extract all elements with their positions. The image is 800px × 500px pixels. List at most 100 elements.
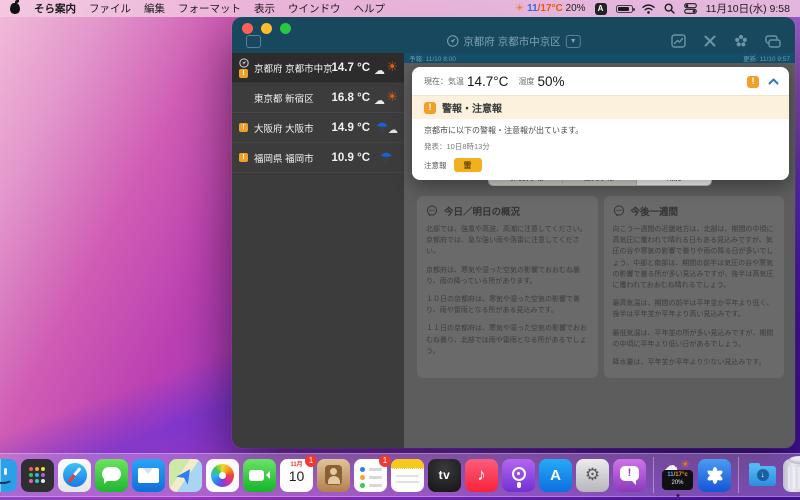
dock-podcasts[interactable]: [502, 459, 535, 492]
spotlight-search-icon[interactable]: [664, 3, 675, 14]
dock-photos[interactable]: [206, 459, 239, 492]
facetime-camera-icon: [249, 470, 264, 481]
chevron-up-icon[interactable]: [768, 78, 779, 85]
alert-message: 京都市に以下の警報・注意報が出ています。: [424, 125, 777, 136]
location-temp: 14.7 °C: [332, 62, 370, 74]
location-arrow-icon: [446, 35, 458, 47]
reminders-list-icon: [360, 467, 365, 472]
layers-panels-icon[interactable]: [765, 35, 781, 48]
control-center-icon[interactable]: [684, 3, 697, 14]
dock-finder[interactable]: [0, 459, 17, 492]
dock-system-preferences[interactable]: ⚙: [576, 459, 609, 492]
location-name: 大阪府 大阪市: [251, 121, 332, 135]
alert-title: 警報・注意報: [442, 100, 502, 115]
location-dropdown-button[interactable]: ▼: [566, 35, 581, 48]
warning-badge-icon: !: [239, 123, 248, 132]
dock-launchpad[interactable]: [21, 459, 54, 492]
dock-facetime[interactable]: [243, 459, 276, 492]
badge-precip: 20%: [662, 480, 693, 488]
main-content: 現在：気温 14.7°C 湿度 50% !: [404, 63, 795, 448]
menu-app[interactable]: そら案内: [34, 1, 76, 16]
graph-icon[interactable]: [671, 34, 686, 48]
menubar-weather-item[interactable]: ☀ 11/17°C 20%: [515, 3, 585, 14]
menubar-temp-high: /17°C: [538, 3, 563, 14]
notification-badge: 1: [305, 455, 317, 467]
dock-messages[interactable]: [95, 459, 128, 492]
battery-icon[interactable]: [616, 5, 633, 13]
dock-maps[interactable]: [169, 459, 202, 492]
safari-compass-icon: [63, 463, 87, 487]
dock-apple-tv[interactable]: tv: [428, 459, 461, 492]
pollen-flower-icon[interactable]: [734, 34, 748, 48]
weather-app-window: 京都府 京都市中京区 ▼: [232, 17, 795, 448]
sidebar-toggle-icon[interactable]: [246, 35, 261, 48]
apple-menu-icon[interactable]: [10, 3, 20, 14]
advisory-label: 注意報: [424, 160, 447, 171]
dock-reminders[interactable]: 1: [354, 459, 387, 492]
menubar-precip: 20%: [566, 3, 586, 14]
locations-sidebar: ! 京都府 京都市中京区 14.7 °C ☁☀ 東京都 新宿区 16.8 °C …: [232, 53, 404, 448]
sidebar-item-tokyo[interactable]: 東京都 新宿区 16.8 °C ☁☀: [232, 83, 404, 113]
current-temp-label: 現在：気温: [424, 76, 464, 87]
sidebar-item-fukuoka[interactable]: ! 福岡県 福岡市 10.9 °C ☂: [232, 143, 404, 173]
wifi-icon[interactable]: [642, 4, 655, 14]
dock-app-store[interactable]: A: [539, 459, 572, 492]
dock-music[interactable]: ♪: [465, 459, 498, 492]
today-overview-paragraph: 北部では、強風や高波、高潮に注意してください。京都府では、急な強い雨や落雷に注意…: [426, 224, 589, 258]
toolbar: 京都府 京都市中京区 ▼: [232, 32, 795, 50]
downloads-folder-icon: [749, 466, 776, 486]
partly-sunny-icon: ☁☀: [374, 88, 398, 108]
alert-body: 京都市に以下の警報・注意報が出ています。 発表：10日8時13分 注意報 雷: [412, 119, 789, 180]
dock-calendar[interactable]: 11月 10 1: [280, 459, 313, 492]
window-titlebar[interactable]: 京都府 京都市中京区 ▼: [232, 17, 795, 53]
launchpad-icon: [29, 467, 33, 471]
desktop: そら案内 ファイル 編集 フォーマット 表示 ウインドウ ヘルプ ☀ 11/17…: [0, 0, 800, 500]
photos-pinwheel-icon: [211, 464, 234, 487]
sidebar-item-osaka[interactable]: ! 大阪府 大阪市 14.9 °C ☂☁: [232, 113, 404, 143]
speech-bubble-icon: [613, 205, 626, 217]
messages-bubble-icon: [102, 467, 121, 481]
toolbar-icons: [671, 34, 781, 48]
music-note-icon: ♪: [477, 465, 486, 485]
tools-cross-icon[interactable]: [703, 34, 717, 48]
menubar-clock[interactable]: 11月10日(水) 9:58: [706, 1, 790, 16]
window-location-title: 京都府 京都市中京区: [463, 34, 560, 49]
location-name: 東京都 新宿区: [251, 91, 332, 105]
app-store-icon: A: [550, 467, 561, 484]
maps-navigation-icon: [176, 465, 195, 484]
dock-safari[interactable]: [58, 459, 91, 492]
notification-badge: 1: [379, 455, 391, 467]
testflight-propeller-icon: [712, 467, 718, 484]
dock-testflight[interactable]: [698, 459, 731, 492]
dock-sora-annai[interactable]: ☁☀ 11/17°c 20%: [661, 459, 694, 492]
dock-contacts[interactable]: [317, 459, 350, 492]
advisory-thunder-badge: 雷: [454, 158, 482, 172]
menu-edit[interactable]: 編集: [144, 1, 165, 16]
sidebar-item-kyoto[interactable]: ! 京都府 京都市中京区 14.7 °C ☁☀: [232, 53, 404, 83]
dock-mail[interactable]: [132, 459, 165, 492]
week-overview-card: 今後一週間 向こう一週間の近畿地方は、北部は、期間の中頃に高気圧に覆われて晴れる…: [604, 196, 785, 378]
gear-icon: ⚙: [585, 465, 600, 485]
warning-badge-icon: !: [424, 102, 436, 114]
today-overview-paragraph: １１日の京都府は、寒気や湿った空気の影響でおおむね曇り、北部では雨や雷雨となる所…: [426, 323, 589, 357]
dock-trash[interactable]: [783, 459, 800, 492]
menu-format[interactable]: フォーマット: [178, 1, 241, 16]
menu-file[interactable]: ファイル: [89, 1, 131, 16]
tv-icon: tv: [439, 468, 451, 482]
week-overview-title: 今後一週間: [631, 204, 679, 218]
menu-bar: そら案内 ファイル 編集 フォーマット 表示 ウインドウ ヘルプ ☀ 11/17…: [0, 0, 800, 17]
humidity-value: 50%: [537, 74, 564, 89]
menu-window[interactable]: ウインドウ: [288, 1, 341, 16]
input-source-icon[interactable]: A: [595, 3, 607, 15]
overview-cards: 今日／明日の概況 北部では、強風や高波、高潮に注意してください。京都府では、急な…: [417, 196, 784, 378]
location-temp: 10.9 °C: [332, 152, 370, 164]
finder-icon: [0, 459, 17, 492]
menu-help[interactable]: ヘルプ: [354, 1, 386, 16]
dock-feedback-assistant[interactable]: !: [613, 459, 646, 492]
dock-downloads-folder[interactable]: [746, 459, 779, 492]
current-location-icon: [239, 58, 249, 68]
menu-view[interactable]: 表示: [254, 1, 275, 16]
alert-issued-time: 発表：10日8時13分: [424, 141, 777, 152]
dock-notes[interactable]: [391, 459, 424, 492]
partly-sunny-icon: ☁☀: [374, 58, 398, 78]
